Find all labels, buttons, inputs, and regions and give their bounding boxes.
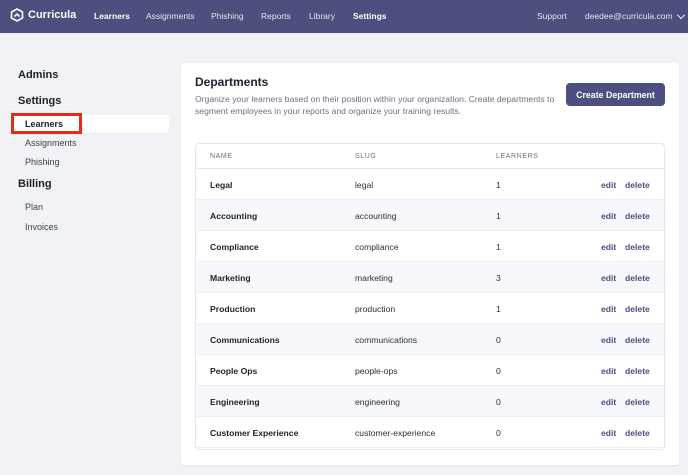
sidebar-item-phishing[interactable]: Phishing (25, 157, 60, 167)
department-name: Communications (210, 335, 280, 345)
department-name: Engineering (210, 397, 260, 407)
department-name: Compliance (210, 242, 259, 252)
department-learner-count: 0 (496, 335, 501, 345)
table-row: Customer Experience customer-experience 0 e… (196, 417, 664, 448)
delete-link[interactable]: delete (625, 211, 650, 221)
department-learner-count: 3 (496, 273, 501, 283)
department-name: Accounting (210, 211, 258, 221)
user-menu[interactable]: deedee@curricula.com (585, 10, 685, 21)
edit-link[interactable]: edit (601, 335, 616, 345)
sidebar-heading-admins[interactable]: Admins (18, 69, 58, 81)
department-slug: accounting (355, 211, 397, 221)
edit-link[interactable]: edit (601, 242, 616, 252)
table-header: NAME SLUG LEARNERS (196, 144, 664, 169)
department-learner-count: 0 (496, 366, 501, 376)
departments-table: NAME SLUG LEARNERS Legal legal 1 edit delete… (195, 143, 665, 450)
department-slug: marketing (355, 273, 393, 283)
department-slug: engineering (355, 397, 400, 407)
nav-library[interactable]: Library (309, 11, 335, 21)
nav-learners[interactable]: Learners (94, 11, 130, 21)
annotation-highlight-box (11, 113, 82, 134)
department-name: Production (210, 304, 256, 314)
department-name: People Ops (210, 366, 258, 376)
edit-link[interactable]: edit (601, 304, 616, 314)
department-learner-count: 0 (496, 428, 501, 438)
table-row: People Ops people-ops 0 edit delete (196, 355, 664, 386)
nav-support[interactable]: Support (537, 11, 567, 21)
departments-card: Departments Organize your learners based… (181, 63, 679, 465)
user-email: deedee@curricula.com (585, 11, 673, 21)
department-slug: production (355, 304, 396, 314)
department-slug: customer-experience (355, 428, 436, 438)
edit-link[interactable]: edit (601, 211, 616, 221)
delete-link[interactable]: delete (625, 180, 650, 190)
chevron-down-icon (676, 10, 685, 19)
delete-link[interactable]: delete (625, 304, 650, 314)
sidebar-heading-billing[interactable]: Billing (18, 178, 52, 190)
delete-link[interactable]: delete (625, 397, 650, 407)
page-title: Departments (195, 75, 269, 89)
table-row: Accounting accounting 1 edit delete (196, 200, 664, 231)
nav-reports[interactable]: Reports (261, 11, 291, 21)
settings-sidebar: Admins Settings Learners Assignments Phi… (0, 33, 175, 475)
nav-assignments[interactable]: Assignments (146, 11, 195, 21)
sidebar-item-invoices[interactable]: Invoices (25, 222, 58, 232)
department-slug: compliance (355, 242, 399, 252)
column-header-learners: LEARNERS (496, 153, 539, 160)
top-nav-bar: Curricula Learners Assignments Phishing … (0, 0, 688, 33)
table-row: Engineering engineering 0 edit delete (196, 386, 664, 417)
department-slug: legal (355, 180, 374, 190)
department-name: Marketing (210, 273, 251, 283)
delete-link[interactable]: delete (625, 242, 650, 252)
column-header-slug: SLUG (355, 153, 377, 160)
edit-link[interactable]: edit (601, 397, 616, 407)
sidebar-heading-settings[interactable]: Settings (18, 95, 61, 107)
table-row: Marketing marketing 3 edit delete (196, 262, 664, 293)
department-name: Customer Experience (210, 428, 299, 438)
delete-link[interactable]: delete (625, 428, 650, 438)
brand-name: Curricula (28, 9, 77, 21)
delete-link[interactable]: delete (625, 366, 650, 376)
department-learner-count: 1 (496, 180, 501, 190)
department-learner-count: 1 (496, 304, 501, 314)
column-header-name: NAME (210, 153, 233, 160)
table-row: Legal legal 1 edit delete (196, 169, 664, 200)
brand-logo[interactable]: Curricula (10, 8, 76, 22)
department-learner-count: 1 (496, 211, 501, 221)
department-slug: people-ops (355, 366, 398, 376)
page-description: Organize your learners based on their po… (195, 94, 555, 116)
sidebar-item-assignments[interactable]: Assignments (25, 138, 77, 148)
edit-link[interactable]: edit (601, 366, 616, 376)
delete-link[interactable]: delete (625, 335, 650, 345)
table-row: Communications communications 0 edit delete (196, 324, 664, 355)
nav-phishing[interactable]: Phishing (211, 11, 244, 21)
department-slug: communications (355, 335, 418, 345)
sidebar-item-plan[interactable]: Plan (25, 202, 43, 212)
edit-link[interactable]: edit (601, 428, 616, 438)
table-row: Production production 1 edit delete (196, 293, 664, 324)
edit-link[interactable]: edit (601, 273, 616, 283)
create-department-button[interactable]: Create Department (566, 83, 665, 106)
department-learner-count: 1 (496, 242, 501, 252)
nav-settings[interactable]: Settings (353, 11, 387, 21)
department-name: Legal (210, 180, 233, 190)
table-row: Compliance compliance 1 edit delete (196, 231, 664, 262)
delete-link[interactable]: delete (625, 273, 650, 283)
edit-link[interactable]: edit (601, 180, 616, 190)
curricula-logo-icon (10, 8, 24, 22)
department-learner-count: 0 (496, 397, 501, 407)
